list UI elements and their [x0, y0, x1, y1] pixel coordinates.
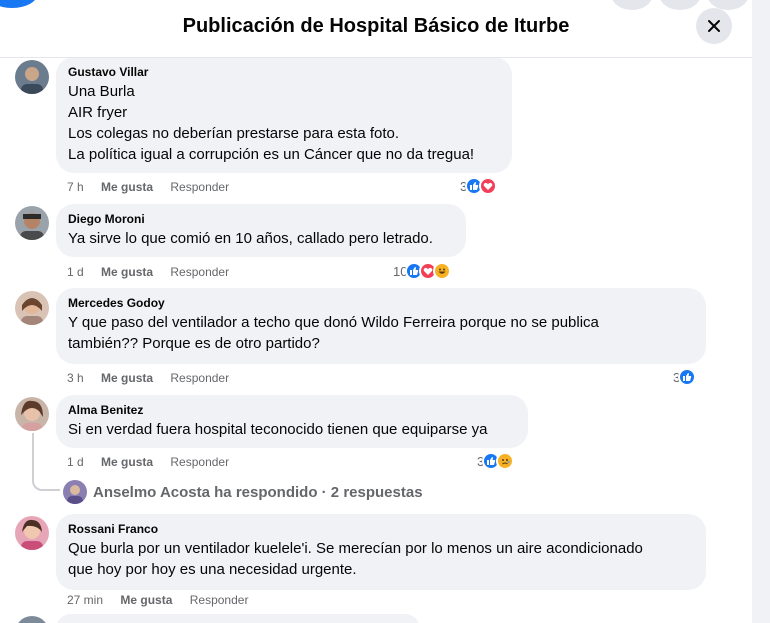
- like-button[interactable]: Me gusta: [120, 593, 172, 607]
- comment-actions: 27 min Me gusta Responder: [67, 593, 262, 607]
- comment-author[interactable]: Rossani Franco: [68, 522, 694, 536]
- comment-text: Una Burla: [68, 83, 135, 100]
- thread-connector: [32, 477, 60, 491]
- comment-author[interactable]: Gustavo Villar: [68, 65, 500, 79]
- comment-author[interactable]: Diego Moroni: [68, 212, 454, 226]
- comment-author[interactable]: Alma Benitez: [68, 403, 516, 417]
- comment-text: Ya sirve lo que comió en 10 años, callad…: [68, 230, 433, 247]
- avatar[interactable]: [15, 60, 49, 94]
- like-button[interactable]: Me gusta: [101, 265, 153, 279]
- thread-line: [32, 433, 34, 477]
- reply-button[interactable]: Responder: [170, 265, 229, 279]
- comment-text: también?? Porque es de otro partido?: [68, 335, 320, 352]
- reaction-summary[interactable]: 3: [460, 177, 498, 195]
- reply-button[interactable]: Responder: [170, 180, 229, 194]
- reaction-summary[interactable]: 3: [477, 452, 515, 470]
- avatar: [63, 480, 87, 504]
- comment-bubble: Rossani Franco Que burla por un ventilad…: [56, 514, 706, 590]
- like-button[interactable]: Me gusta: [101, 371, 153, 385]
- comment-text: Y que paso del ventilador a techo que do…: [68, 314, 599, 331]
- avatar[interactable]: [15, 397, 49, 431]
- comment-actions: 3 h Me gusta Responder: [67, 371, 243, 385]
- avatar[interactable]: [15, 291, 49, 325]
- avatar[interactable]: [15, 206, 49, 240]
- comment-time[interactable]: 1 d: [67, 265, 84, 279]
- comment-time[interactable]: 3 h: [67, 371, 84, 385]
- reply-button[interactable]: Responder: [170, 371, 229, 385]
- replies-summary-text: Anselmo Acosta ha respondido · 2 respues…: [93, 483, 423, 501]
- comment-time[interactable]: 7 h: [67, 180, 84, 194]
- comment-text: Si en verdad fuera hospital teconocido t…: [68, 421, 488, 438]
- comment-text: que hoy por hoy es una necesidad urgente…: [68, 561, 357, 578]
- comment-text: Que burla por un ventilador kuelele'i. S…: [68, 540, 643, 557]
- comment-time[interactable]: 1 d: [67, 455, 84, 469]
- close-button[interactable]: [696, 8, 732, 44]
- comment-text: Los colegas no deberían prestarse para e…: [68, 125, 400, 142]
- like-button[interactable]: Me gusta: [101, 455, 153, 469]
- menu-button[interactable]: [612, 0, 652, 10]
- comment-bubble: [56, 614, 420, 623]
- comment-time[interactable]: 27 min: [67, 593, 103, 607]
- view-replies-button[interactable]: Anselmo Acosta ha respondido · 2 respues…: [63, 480, 423, 504]
- reaction-summary[interactable]: 10: [393, 262, 452, 280]
- close-icon: [708, 20, 720, 32]
- modal-header: Publicación de Hospital Básico de Iturbe: [0, 0, 752, 58]
- comment-bubble: Diego Moroni Ya sirve lo que comió en 10…: [56, 204, 466, 257]
- sad-icon: [496, 452, 515, 470]
- like-icon: [678, 368, 697, 386]
- love-icon: [479, 177, 498, 195]
- comment-text: AIR fryer: [68, 104, 128, 121]
- reaction-summary[interactable]: 3: [673, 368, 697, 386]
- comment-bubble: Alma Benitez Si en verdad fuera hospital…: [56, 395, 528, 448]
- haha-icon: [433, 262, 452, 280]
- facebook-logo-icon[interactable]: [0, 0, 38, 8]
- comment-actions: 1 d Me gusta Responder: [67, 265, 243, 279]
- reply-button[interactable]: Responder: [190, 593, 249, 607]
- avatar[interactable]: [15, 616, 49, 623]
- comment-text: La política igual a corrupción es un Cán…: [68, 146, 475, 163]
- page-background: [752, 0, 770, 623]
- reply-button[interactable]: Responder: [170, 455, 229, 469]
- comment-author[interactable]: Mercedes Godoy: [68, 296, 694, 310]
- comment-actions: 1 d Me gusta Responder: [67, 455, 243, 469]
- comment-bubble: Mercedes Godoy Y que paso del ventilador…: [56, 288, 706, 364]
- comment-bubble: Gustavo Villar Una Burla AIR fryer Los c…: [56, 57, 512, 173]
- comment-actions: 7 h Me gusta Responder: [67, 180, 243, 194]
- messenger-button[interactable]: [660, 0, 700, 10]
- post-comments-modal: Publicación de Hospital Básico de Iturbe…: [0, 0, 752, 623]
- modal-title: Publicación de Hospital Básico de Iturbe: [182, 15, 570, 37]
- avatar[interactable]: [15, 516, 49, 550]
- like-button[interactable]: Me gusta: [101, 180, 153, 194]
